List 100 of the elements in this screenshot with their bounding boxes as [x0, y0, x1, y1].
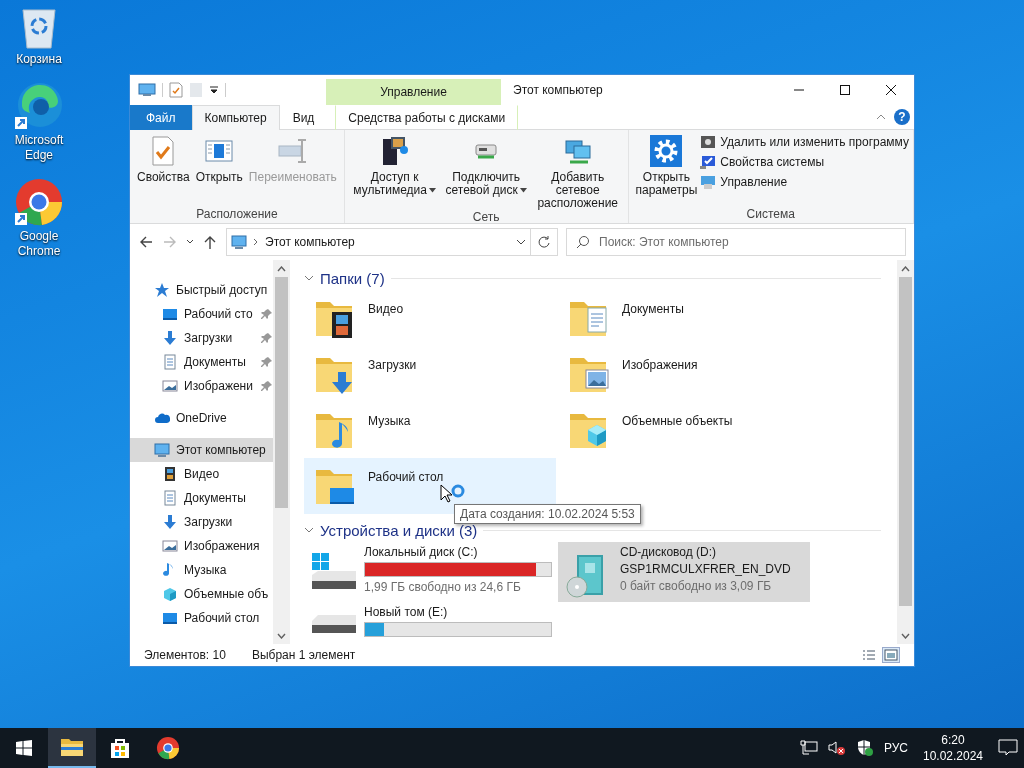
document-icon: [162, 354, 178, 370]
ribbon-button[interactable]: Свойства системы: [700, 154, 909, 170]
scroll-up-icon[interactable]: [901, 265, 910, 272]
monitor-check-icon: [700, 154, 717, 170]
scrollbar-thumb[interactable]: [899, 277, 912, 606]
scrollbar[interactable]: [897, 260, 914, 644]
ribbon-tab[interactable]: Вид: [279, 105, 328, 130]
muted-speaker-icon[interactable]: [827, 740, 846, 756]
cube-icon: [162, 586, 178, 602]
nav-item[interactable]: Изображени: [130, 374, 273, 398]
address-bar[interactable]: Этот компьютер: [226, 228, 531, 256]
nav-item[interactable]: Рабочий стол: [130, 606, 273, 630]
language-indicator[interactable]: РУС: [883, 741, 908, 755]
chevron-down-icon[interactable]: [304, 274, 314, 282]
desktop-icon: [162, 610, 178, 626]
nav-item[interactable]: Загрузки: [130, 510, 273, 534]
chevron-down-icon[interactable]: [186, 238, 194, 246]
nav-item[interactable]: Видео: [130, 462, 273, 486]
tooltip: Дата создания: 10.02.2024 5:53: [454, 504, 641, 524]
back-arrow-icon[interactable]: [138, 234, 154, 250]
help-button[interactable]: ?: [894, 109, 910, 125]
folder-tile[interactable]: Изображения: [558, 346, 810, 402]
ribbon-button[interactable]: Подключить сетевой диск: [440, 132, 532, 210]
maximize-icon: [840, 85, 850, 95]
computer-icon: [154, 442, 170, 458]
scroll-down-icon[interactable]: [901, 632, 910, 639]
windows-drive-icon: [310, 551, 358, 591]
program-box-icon: [700, 134, 717, 150]
search-field[interactable]: Поиск: Этот компьютер: [566, 228, 906, 256]
ribbon-tab[interactable]: Компьютер: [191, 105, 280, 130]
ribbon-button[interactable]: Добавить сетевое расположение: [531, 132, 624, 210]
section-header[interactable]: Устройства и диски (3): [320, 521, 478, 539]
item-count: Элементов: 10: [144, 648, 226, 662]
drive-tile[interactable]: Новый том (E:): [304, 602, 556, 644]
folder-tile[interactable]: Документы: [558, 290, 810, 346]
download-arrow-icon: [162, 514, 178, 530]
film-icon: [162, 466, 178, 482]
nav-item[interactable]: OneDrive: [130, 406, 273, 430]
download-arrow-icon: [162, 330, 178, 346]
collapse-ribbon-icon[interactable]: [876, 113, 886, 121]
nav-item[interactable]: Документы: [130, 350, 273, 374]
ribbon-button[interactable]: Управление: [700, 174, 909, 190]
scrollbar[interactable]: [273, 260, 290, 644]
ribbon-button[interactable]: Открыть: [192, 132, 246, 207]
computer-management-icon: [700, 174, 717, 190]
chrome-logo-icon: [14, 177, 64, 227]
selection-status: Выбран 1 элемент: [251, 648, 356, 662]
nav-item[interactable]: Рабочий сто: [130, 302, 273, 326]
drive-tile[interactable]: CD-дисковод (D:) GSP1RMCULXFRER_EN_DVD 0 байт свободно из 3,09 ГБ: [558, 542, 810, 602]
nav-item[interactable]: Этот компьютер: [130, 438, 273, 462]
nav-item[interactable]: Изображения: [130, 534, 273, 558]
scroll-down-icon[interactable]: [277, 632, 286, 639]
clock[interactable]: 6:20 10.02.2024: [918, 732, 988, 764]
ribbon-button[interactable]: Свойства: [134, 132, 193, 207]
section-header[interactable]: Папки (7): [320, 269, 385, 287]
nav-item[interactable]: Музыка: [130, 558, 273, 582]
ribbon-group-label: Система: [745, 207, 796, 223]
desktop-icon-label[interactable]: Корзина: [6, 52, 72, 67]
notifications-icon[interactable]: [998, 739, 1018, 757]
details-view-icon: [862, 649, 876, 661]
network-icon[interactable]: [799, 740, 818, 756]
chevron-down-icon[interactable]: [304, 526, 314, 534]
folder-tile[interactable]: Объемные объекты: [558, 402, 810, 458]
taskbar-app[interactable]: [48, 728, 96, 768]
folder-tile[interactable]: Видео: [304, 290, 556, 346]
scrollbar-thumb[interactable]: [275, 277, 288, 508]
settings-icon: [650, 135, 683, 167]
computer-icon: [138, 83, 156, 97]
folder-tile[interactable]: Загрузки: [304, 346, 556, 402]
dropdown-icon[interactable]: [209, 85, 219, 95]
ribbon-button[interactable]: Открыть параметры: [632, 132, 701, 207]
star-icon: [154, 282, 170, 298]
picture-icon: [162, 538, 178, 554]
large-icons-view-icon: [884, 649, 898, 661]
desktop-icon-label[interactable]: Microsoft Edge: [6, 133, 72, 163]
refresh-button[interactable]: [530, 228, 558, 256]
ribbon-button[interactable]: Доступ к мультимедиа: [348, 132, 441, 210]
chevron-right-icon: [253, 238, 259, 246]
ribbon-group-label: Расположение: [195, 207, 279, 223]
nav-item[interactable]: Объемные объ: [130, 582, 273, 606]
drive-tile[interactable]: Локальный диск (C:) 1,99 ГБ свободно из 24,6 ГБ: [304, 542, 556, 602]
nav-item[interactable]: Документы: [130, 486, 273, 510]
nav-item[interactable]: Загрузки: [130, 326, 273, 350]
desktop-icon-label[interactable]: Google Chrome: [6, 229, 72, 259]
shield-icon[interactable]: [855, 739, 874, 757]
ribbon-group-label: Сеть: [471, 210, 501, 224]
scroll-up-icon[interactable]: [277, 265, 286, 272]
computer-icon: [231, 234, 247, 250]
nav-item[interactable]: Быстрый доступ: [130, 278, 273, 302]
up-arrow-icon[interactable]: [202, 234, 218, 250]
context-tab-header: Управление: [326, 79, 501, 105]
ribbon-tab[interactable]: Файл: [130, 105, 192, 130]
properties-icon[interactable]: [169, 82, 183, 98]
caret-icon: [519, 188, 527, 194]
folder-tile[interactable]: Музыка: [304, 402, 556, 458]
edge-logo-icon: [14, 81, 64, 131]
chevron-down-icon: [516, 238, 526, 246]
document-icon: [162, 490, 178, 506]
ribbon-button[interactable]: Удалить или изменить программу: [700, 134, 909, 150]
view-button[interactable]: [882, 647, 900, 663]
